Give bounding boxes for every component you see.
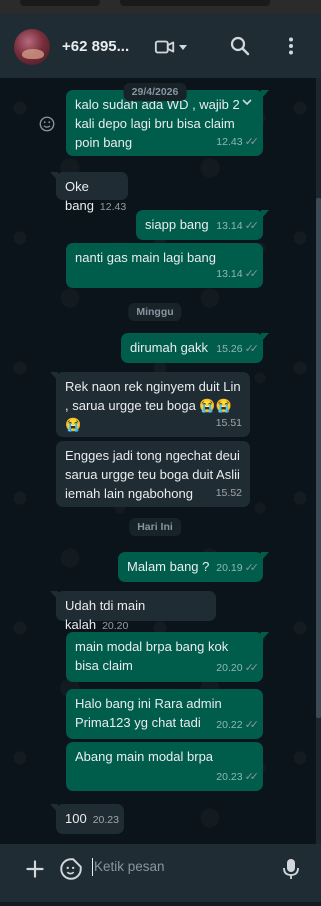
message-text: Engges jadi tong ngechat deui sarua urgg… [65,448,240,501]
message-time: 12.43 [99,201,127,213]
message-meta: 20.20 ✓✓ [216,657,260,678]
chevron-down-icon[interactable] [241,96,253,108]
message-input[interactable]: Ketik pesan [92,858,165,876]
message-text: 100 [65,811,87,826]
message-time: 12.43 [216,136,243,148]
scrollbar-thumb[interactable] [316,198,321,718]
message-bubble[interactable]: main modal brpa bang kok bisa claim 20.2… [66,632,269,682]
message-bubble[interactable]: Halo bang ini Rara admin Prima123 yg cha… [66,689,263,739]
message-composer: Ketik pesan [0,844,321,906]
read-ticks-icon: ✓✓ [244,562,260,574]
read-ticks-icon: ✓✓ [244,771,260,783]
browser-top-strip [0,0,321,14]
bottom-edge [0,902,321,906]
message-text: nanti gas main lagi bang [75,250,216,265]
date-chip: Minggu [128,303,182,321]
contact-name[interactable]: +62 895... [62,38,129,55]
message-time: 20.20 [216,662,243,674]
message-text: main modal brpa bang kok bisa claim [75,639,229,673]
emoji-react-icon[interactable] [38,115,56,133]
message-bubble[interactable]: Malam bang ? 20.19 ✓✓ [118,552,269,582]
message-text: dirumah gakk [130,340,209,355]
message-bubble[interactable]: Udah tdi main kalah 20.20 [50,591,216,632]
avatar[interactable] [14,29,50,65]
message-text: siapp bang [145,217,209,232]
message-time: 20.23 [216,771,243,783]
message-time: 20.23 [92,814,119,826]
more-vert-icon[interactable] [279,34,303,58]
date-chip: Hari Ini [129,518,181,536]
message-bubble[interactable]: nanti gas main lagi bang 13.14 ✓✓ [66,243,263,288]
message-bubble[interactable]: Engges jadi tong ngechat deui sarua urgg… [56,441,250,507]
search-icon[interactable] [228,34,252,58]
browser-tab-stub [20,0,100,6]
message-meta: 15.52 [216,482,242,503]
read-ticks-icon: ✓✓ [244,220,260,232]
message-meta: 15.51 [216,412,242,433]
message-time: 13.14 [216,220,243,232]
message-meta: 20.23 ✓✓ [216,766,260,787]
sticker-icon[interactable] [58,856,84,882]
read-ticks-icon: ✓✓ [244,268,260,280]
message-bubble[interactable]: Abang main modal brpa 20.23 ✓✓ [66,742,263,791]
browser-tab-stub [120,0,270,6]
read-ticks-icon: ✓✓ [244,136,260,148]
message-meta: 20.19 ✓✓ [216,557,260,578]
message-text: Malam bang ? [127,559,210,574]
message-text: Halo bang ini Rara admin Prima123 yg cha… [75,696,222,730]
video-call-button[interactable] [154,34,194,60]
microphone-icon[interactable] [280,856,302,882]
message-bubble[interactable]: 100 20.23 [50,804,124,834]
plus-icon[interactable] [22,856,48,882]
message-text: Rek naon rek nginyem duit Lin , sarua ur… [65,379,241,432]
chevron-down-icon [179,44,187,50]
message-meta: 12.43 ✓✓ [216,131,260,152]
message-time: 15.26 [216,343,243,355]
read-ticks-icon: ✓✓ [244,662,260,674]
message-text: Abang main modal brpa [75,749,214,764]
message-list[interactable]: kalo sudah ada WD , wajib 2 kali depo la… [0,78,316,844]
read-ticks-icon: ✓✓ [244,719,260,731]
message-meta: 13.14 ✓✓ [216,263,260,284]
message-bubble[interactable]: dirumah gakk 15.26 ✓✓ [121,333,269,363]
message-time: 15.51 [215,417,242,429]
message-time: 20.19 [216,562,243,574]
message-bubble[interactable]: siapp bang 13.14 ✓✓ [136,210,269,240]
message-time: 15.52 [215,487,242,499]
message-text: kalo sudah ada WD , wajib 2 kali depo la… [75,97,240,150]
message-time: 13.14 [216,268,243,280]
message-bubble[interactable]: Rek naon rek nginyem duit Lin , sarua ur… [50,372,250,437]
message-time: 20.22 [216,719,243,731]
message-text: Oke bang [65,179,94,213]
read-ticks-icon: ✓✓ [244,343,260,355]
scrollbar[interactable] [316,78,321,844]
message-time: 20.20 [102,620,129,632]
date-chip: 29/4/2026 [123,83,187,101]
video-call-icon [154,40,175,54]
message-bubble[interactable]: Oke bang 12.43 [50,172,128,213]
message-meta: 13.14 ✓✓ [216,215,260,236]
message-meta: 15.26 ✓✓ [216,338,260,359]
chat-header: +62 895... [0,14,321,78]
message-meta: 20.22 ✓✓ [216,714,260,735]
